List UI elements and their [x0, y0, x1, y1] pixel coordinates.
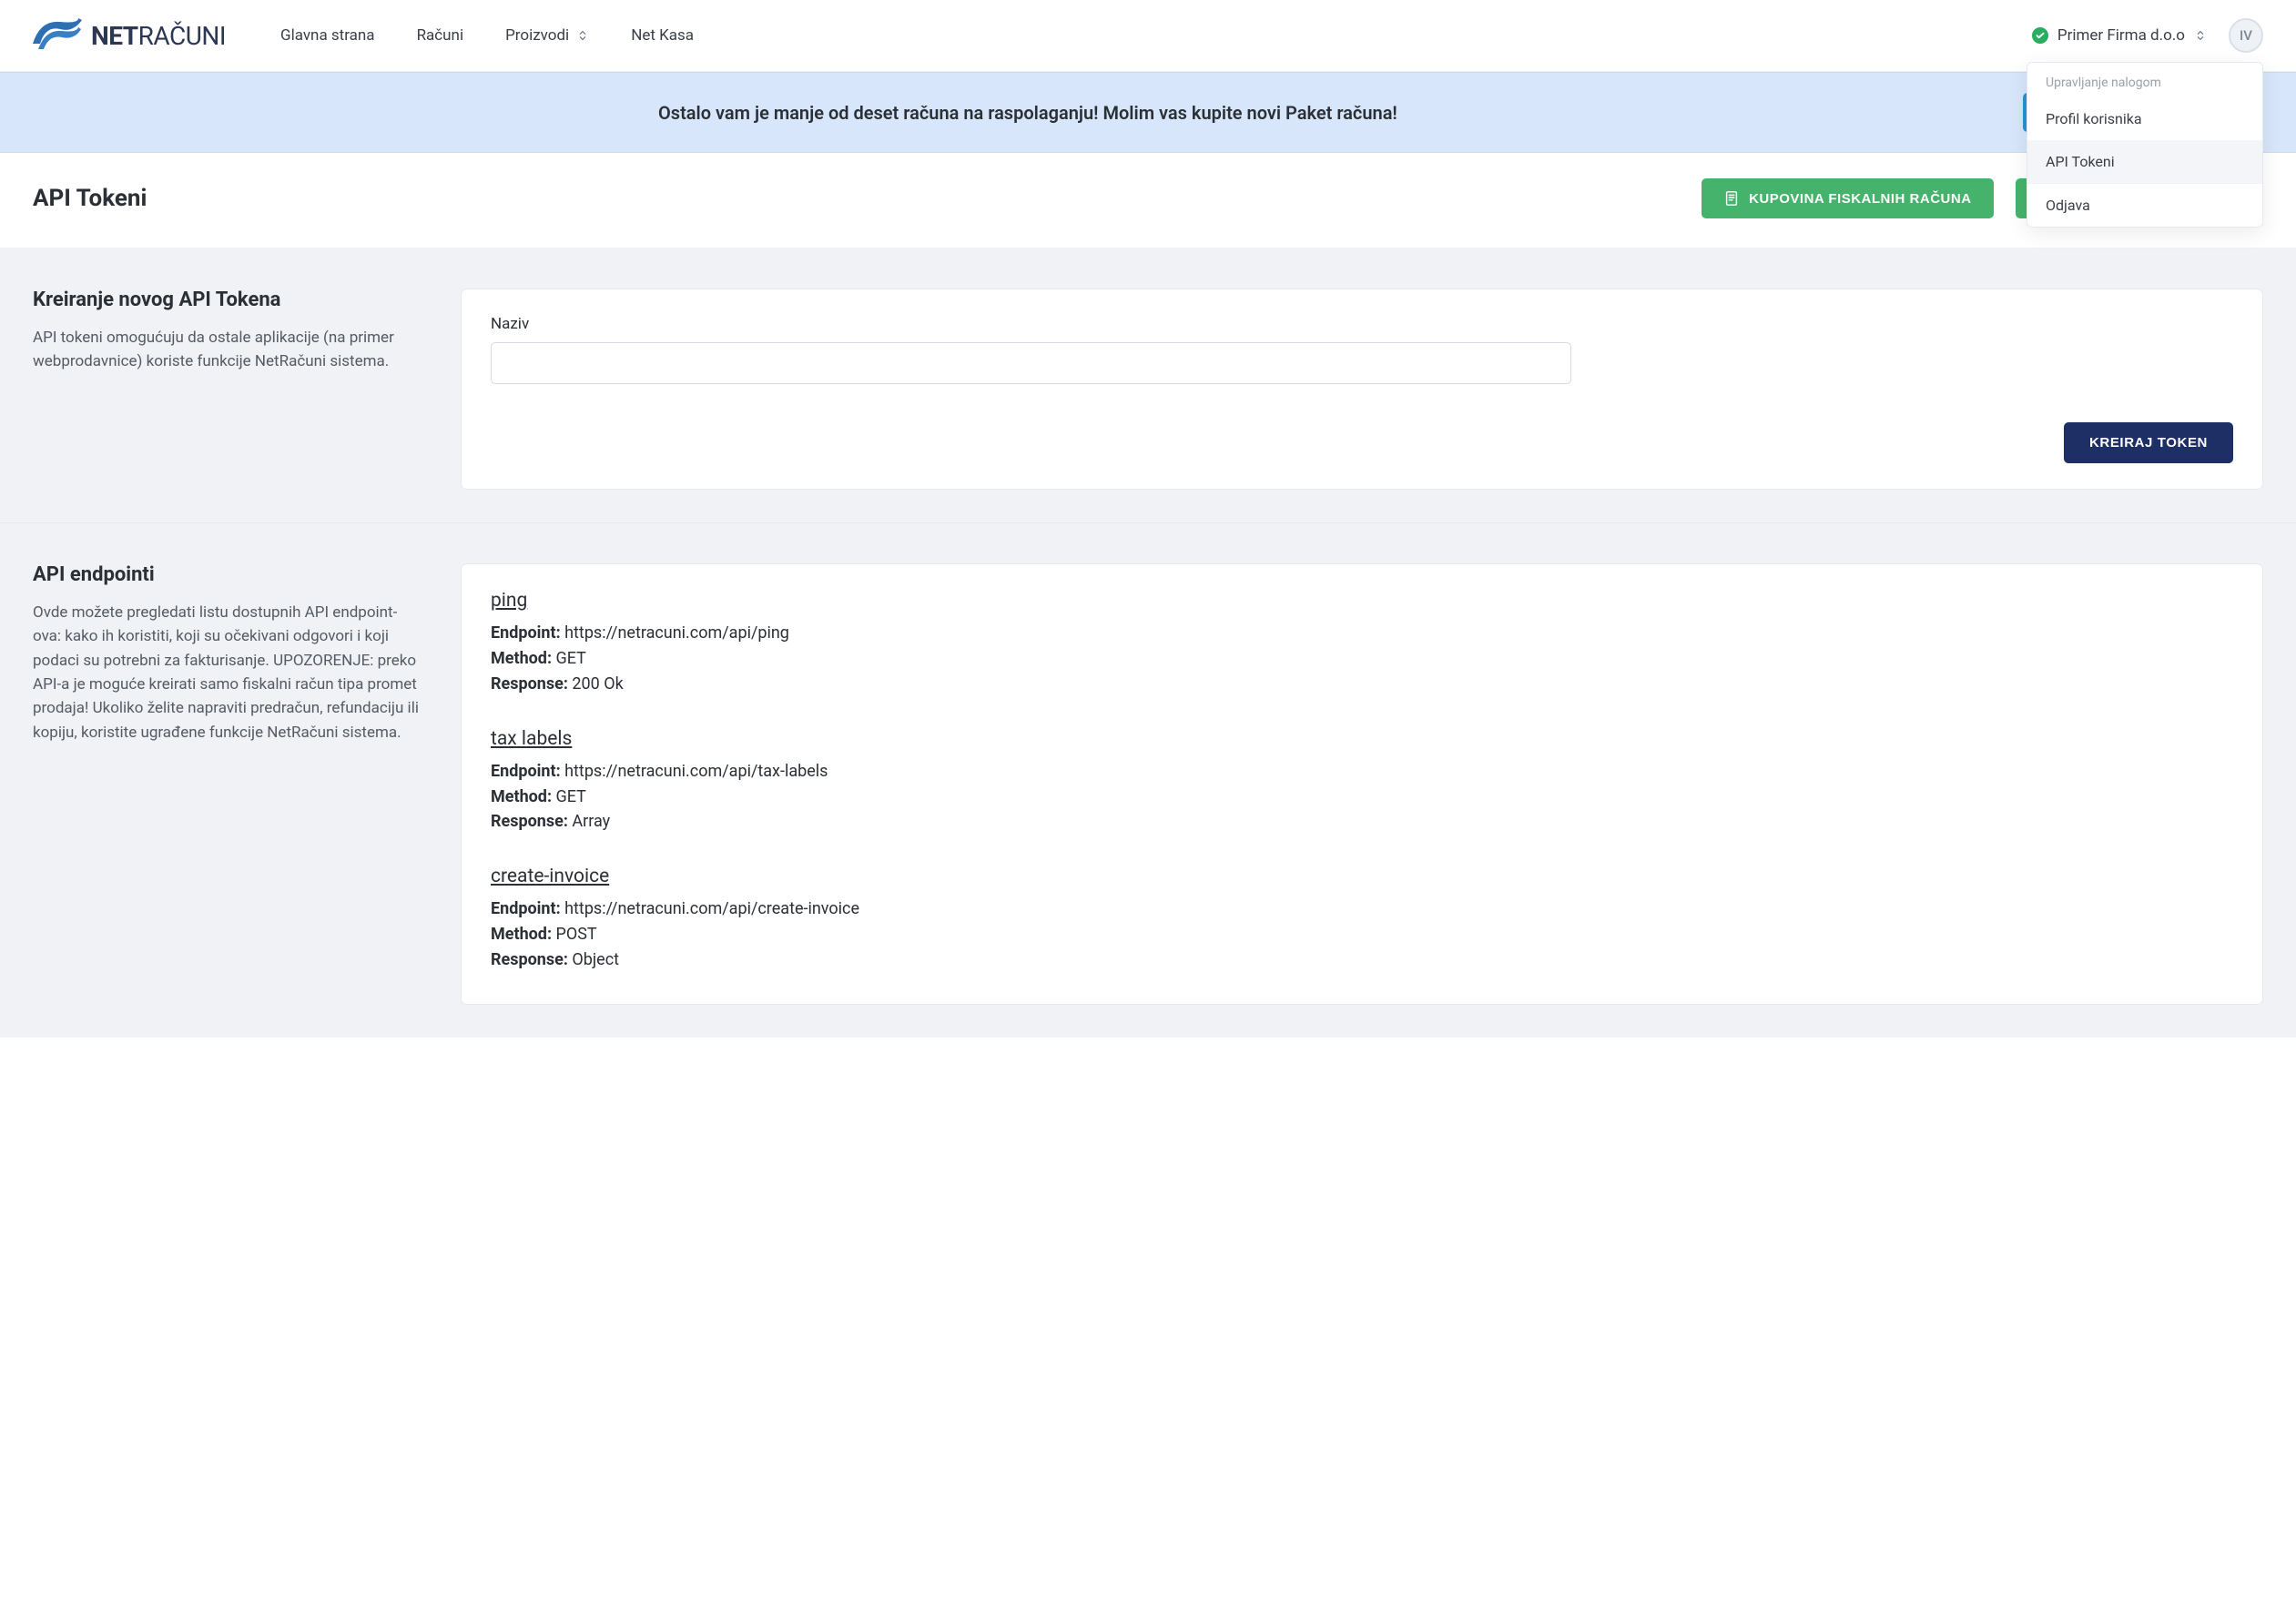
token-name-input[interactable]	[491, 342, 1571, 384]
endpoint-name-link[interactable]: ping	[491, 590, 527, 612]
company-name: Primer Firma d.o.o	[2057, 26, 2185, 45]
page-header: API Tokeni KUPOVINA FISKALNIH RAČUNA KUP…	[0, 153, 2296, 248]
logo-text: NETRAČUNI	[91, 21, 226, 51]
receipt-icon	[1723, 190, 1740, 207]
endpoint-block: create-invoice Endpoint: https://netracun…	[491, 866, 2233, 973]
endpoint-block: ping Endpoint: https://netracuni.com/api/…	[491, 590, 2233, 697]
endpoint-url-row: Endpoint: https://netracuni.com/api/ping	[491, 621, 2233, 646]
menu-item-api-tokens[interactable]: API Tokeni	[2027, 140, 2262, 183]
nav-products-label: Proizvodi	[505, 26, 569, 45]
buy-fiscal-label: KUPOVINA FISKALNIH RAČUNA	[1749, 191, 1971, 207]
dropdown-section-label: Upravljanje nalogom	[2027, 63, 2262, 97]
create-token-info: Kreiranje novog API Tokena API tokeni om…	[33, 289, 424, 490]
endpoint-name-link[interactable]: tax labels	[491, 728, 572, 750]
endpoints-title: API endpointi	[33, 563, 424, 586]
logo[interactable]: NETRAČUNI	[33, 16, 226, 55]
nav-products[interactable]: Proizvodi	[505, 26, 589, 45]
endpoints-card: ping Endpoint: https://netracuni.com/api/…	[461, 563, 2263, 1005]
endpoint-method-row: Method: POST	[491, 922, 2233, 947]
endpoint-method-row: Method: GET	[491, 785, 2233, 810]
endpoint-method-row: Method: GET	[491, 646, 2233, 672]
create-token-description: API tokeni omogućuju da ostale aplikacij…	[33, 326, 424, 374]
chevron-updown-icon	[576, 29, 589, 42]
create-token-card: Naziv KREIRAJ TOKEN	[461, 289, 2263, 490]
header-right: Primer Firma d.o.o IV Upravljanje nalogo…	[2032, 18, 2263, 53]
status-check-icon	[2032, 27, 2048, 44]
buy-fiscal-button[interactable]: KUPOVINA FISKALNIH RAČUNA	[1702, 178, 1993, 218]
company-switcher[interactable]: Primer Firma d.o.o	[2032, 26, 2207, 45]
create-token-section: Kreiranje novog API Tokena API tokeni om…	[0, 248, 2296, 523]
endpoint-name-link[interactable]: create-invoice	[491, 866, 609, 887]
page-title: API Tokeni	[33, 185, 147, 212]
endpoint-response-row: Response: 200 Ok	[491, 672, 2233, 697]
menu-item-logout[interactable]: Odjava	[2027, 184, 2262, 227]
create-token-button[interactable]: KREIRAJ TOKEN	[2064, 422, 2233, 463]
endpoint-block: tax labels Endpoint: https://netracuni.co…	[491, 728, 2233, 835]
avatar[interactable]: IV	[2229, 18, 2263, 53]
content-area: Kreiranje novog API Tokena API tokeni om…	[0, 248, 2296, 1038]
logo-text-light: RAČUNI	[138, 21, 226, 51]
topbar: NETRAČUNI Glavna strana Računi Proizvodi…	[0, 0, 2296, 72]
chevron-updown-icon	[2194, 29, 2207, 42]
logo-mark-icon	[33, 16, 82, 55]
create-token-title: Kreiranje novog API Tokena	[33, 289, 424, 311]
endpoint-response-row: Response: Object	[491, 947, 2233, 973]
endpoints-description: Ovde možete pregledati listu dostupnih A…	[33, 601, 424, 744]
logo-text-bold: NET	[91, 21, 138, 51]
nav-home[interactable]: Glavna strana	[280, 26, 375, 45]
endpoint-response-row: Response: Array	[491, 809, 2233, 835]
endpoint-url-row: Endpoint: https://netracuni.com/api/tax-…	[491, 759, 2233, 785]
banner-message: Ostalo vam je manje od deset računa na r…	[658, 102, 1397, 124]
nav-invoices[interactable]: Računi	[417, 26, 464, 45]
endpoint-url-row: Endpoint: https://netracuni.com/api/crea…	[491, 896, 2233, 922]
endpoints-info: API endpointi Ovde možete pregledati lis…	[33, 563, 424, 1005]
token-name-label: Naziv	[491, 315, 2233, 333]
menu-item-profile[interactable]: Profil korisnika	[2027, 97, 2262, 140]
low-balance-banner: Ostalo vam je manje od deset računa na r…	[0, 72, 2296, 153]
primary-nav: Glavna strana Računi Proizvodi Net Kasa	[280, 26, 694, 45]
nav-netkasa[interactable]: Net Kasa	[631, 26, 694, 45]
user-menu-dropdown: Upravljanje nalogom Profil korisnika API…	[2027, 62, 2263, 228]
endpoints-section: API endpointi Ovde možete pregledati lis…	[0, 523, 2296, 1038]
